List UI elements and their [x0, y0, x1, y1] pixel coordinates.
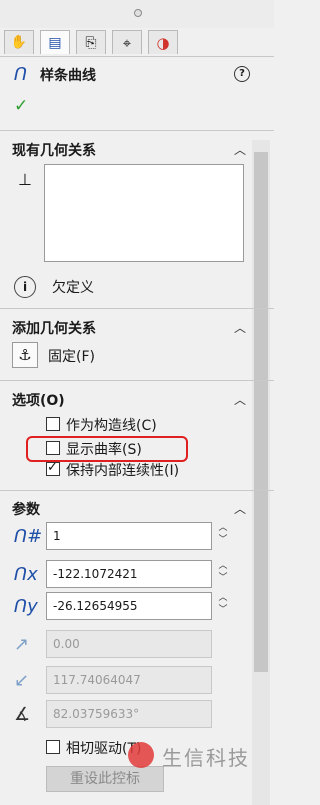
section-options[interactable]: 选项(O) ︿ — [8, 388, 248, 410]
chevron-up-icon[interactable]: ︿ — [234, 319, 246, 336]
radial-direction-icon: ↙ — [14, 670, 30, 691]
y-coordinate-icon: ᑎy — [14, 596, 38, 617]
configuration-manager-icon: ⎘ — [85, 34, 97, 51]
y-coordinate-field[interactable]: -26.12654955 — [46, 592, 212, 620]
divider — [0, 130, 274, 131]
section-header: 现有几何关系 — [12, 143, 96, 159]
tab-dimxpert[interactable]: ⌖ — [112, 30, 142, 54]
panel-header-strip — [0, 0, 274, 28]
property-manager-icon: ▤ — [48, 34, 62, 51]
status-text: 欠定义 — [52, 280, 94, 296]
divider — [0, 380, 274, 381]
section-parameters[interactable]: 参数 ︿ — [8, 497, 248, 519]
x-coordinate-icon: ᑎx — [14, 564, 38, 585]
tangent-angle-icon: ∡ — [14, 704, 31, 725]
tab-feature-manager[interactable]: ✋ — [4, 30, 34, 54]
chevron-up-icon[interactable]: ︿ — [234, 500, 246, 517]
section-existing-relations[interactable]: 现有几何关系 ︿ — [8, 138, 248, 160]
pin-dot[interactable] — [134, 9, 142, 17]
help-icon[interactable]: ? — [234, 66, 250, 82]
section-header: 添加几何关系 — [12, 321, 96, 337]
tab-configuration-manager[interactable]: ⎘ — [76, 30, 106, 54]
x-coordinate-field[interactable]: -122.1072421 — [46, 560, 212, 588]
point-index-icon: ᑎ# — [14, 526, 43, 547]
point-index-field[interactable]: 1 — [46, 522, 212, 550]
tangent-angle-field[interactable]: 82.03759633° — [46, 700, 212, 728]
info-icon: i — [14, 276, 36, 298]
watermark-text: 生信科技 — [162, 746, 250, 770]
tangent-drive-checkbox[interactable] — [46, 740, 60, 754]
construction-label: 作为构造线(C) — [66, 418, 157, 434]
relations-list[interactable] — [44, 164, 244, 262]
fix-label: 固定(F) — [48, 349, 95, 365]
y-coordinate-stepper[interactable]: ︿ ﹀ — [216, 592, 230, 620]
x-coordinate-stepper[interactable]: ︿ ﹀ — [216, 560, 230, 588]
watermark-logo-icon — [128, 742, 154, 768]
page-title: 样条曲线 — [40, 68, 96, 84]
tab-display-manager[interactable]: ◑ — [148, 30, 178, 54]
display-manager-icon: ◑ — [156, 33, 170, 52]
fix-relation-button[interactable]: ⚓ — [12, 342, 38, 368]
point-index-stepper[interactable]: ︿ ﹀ — [216, 522, 230, 550]
section-header: 参数 — [12, 502, 40, 518]
chevron-up-icon[interactable]: ︿ — [234, 141, 246, 158]
scrollbar[interactable] — [252, 140, 270, 805]
divider — [0, 308, 274, 309]
radial-direction-field[interactable]: 117.74064047 — [46, 666, 212, 694]
tangent-weight-field[interactable]: 0.00 — [46, 630, 212, 658]
tangent-weight-icon: ↗ — [14, 634, 30, 655]
divider — [0, 490, 274, 491]
feature-manager-icon: ✋ — [10, 35, 28, 50]
keep-continuity-checkbox[interactable] — [46, 460, 60, 476]
dimxpert-icon: ⌖ — [122, 33, 132, 52]
manager-tabs: ✋ ▤ ⎘ ⌖ ◑ — [0, 28, 274, 57]
chevron-up-icon[interactable]: ︿ — [234, 391, 246, 408]
section-add-relations[interactable]: 添加几何关系 ︿ — [8, 316, 248, 338]
keep-continuity-label: 保持内部连续性(I) — [66, 463, 180, 479]
ok-button[interactable]: ✓ — [14, 96, 28, 116]
construction-checkbox[interactable] — [46, 417, 60, 431]
relations-icon: ⊥ — [18, 170, 32, 189]
fix-icon: ⚓ — [18, 346, 32, 364]
highlight-annotation — [26, 436, 188, 462]
tab-property-manager[interactable]: ▤ — [40, 30, 70, 54]
watermark: 生信科技 — [128, 738, 270, 772]
section-header: 选项(O) — [12, 393, 65, 409]
spline-icon: ᑎ — [14, 64, 28, 85]
property-manager-title: ᑎ 样条曲线 ? — [14, 64, 264, 86]
scrollbar-thumb[interactable] — [254, 152, 268, 672]
